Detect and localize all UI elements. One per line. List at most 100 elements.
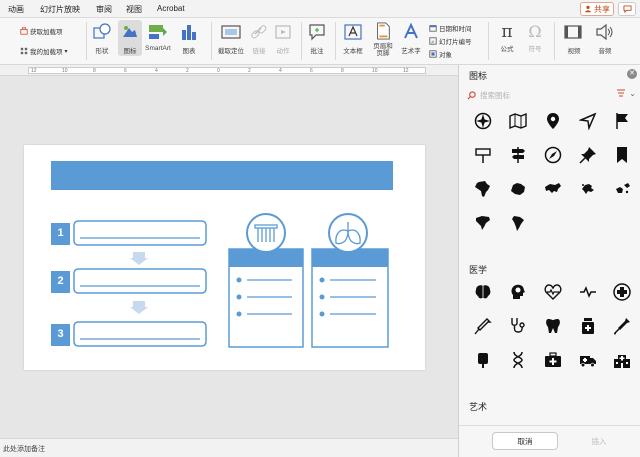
screenshot-button[interactable]: 截取定位 (216, 22, 246, 55)
slide-number-button[interactable]: # 幻灯片编号 (429, 36, 472, 46)
filter-button[interactable]: ⌄ (616, 89, 636, 98)
smartart-button[interactable]: SmartArt (143, 22, 173, 52)
step-number: 2 (57, 275, 64, 287)
cancel-button[interactable]: 取消 (492, 432, 558, 450)
new-comment-icon (309, 24, 325, 41)
map-icon[interactable] (508, 111, 528, 131)
signpost-icon[interactable] (473, 145, 493, 165)
filter-icon (617, 89, 626, 97)
card-right (311, 213, 389, 348)
medical-cross-icon[interactable] (612, 282, 632, 302)
step-number: 3 (57, 328, 64, 340)
compass-icon[interactable] (473, 111, 493, 131)
svg-text:#: # (431, 39, 434, 45)
menu-animation[interactable]: 动画 (8, 4, 24, 15)
ruler-number: 10 (372, 68, 378, 74)
horizontal-ruler: 12 10 8 6 4 2 0 2 4 6 8 10 12 (0, 65, 458, 76)
pushpin-icon[interactable] (578, 145, 598, 165)
compass-circle-icon[interactable] (543, 145, 563, 165)
syringe-icon[interactable] (473, 316, 493, 336)
africa-icon[interactable] (473, 179, 493, 199)
action-button[interactable]: 动作 (272, 22, 294, 55)
equation-button[interactable]: π 公式 (494, 22, 520, 53)
ambulance-icon[interactable] (578, 350, 598, 370)
menu-review[interactable]: 审阅 (96, 4, 112, 15)
divider (488, 22, 489, 60)
search-icon (467, 90, 476, 99)
brain-icon[interactable] (473, 282, 493, 302)
panel-title: 图标 (469, 71, 488, 81)
comment-insert-button[interactable]: 批注 (306, 22, 328, 55)
ruler-number: 8 (93, 68, 96, 74)
audio-button[interactable]: 音频 (592, 22, 618, 55)
notes-bar[interactable]: 此处添加备注 (0, 438, 458, 457)
wordart-button[interactable]: 艺术字 (398, 22, 424, 55)
menu-slideshow[interactable]: 幻灯片放映 (40, 4, 80, 15)
heart-pulse-icon[interactable] (543, 282, 563, 302)
share-label: 共享 (594, 4, 610, 14)
menu-acrobat[interactable]: Acrobat (157, 4, 185, 13)
heartbeat-line-icon[interactable] (578, 282, 598, 302)
insert-button[interactable]: 插入 (571, 432, 627, 450)
south-america-icon[interactable] (508, 213, 528, 233)
video-button[interactable]: 视频 (560, 22, 588, 55)
iv-bag-icon[interactable] (473, 350, 493, 370)
calendar-icon (429, 25, 437, 32)
stethoscope-icon[interactable] (508, 316, 528, 336)
location-pin-icon[interactable] (543, 111, 563, 131)
hospital-icon[interactable] (612, 350, 632, 370)
get-addins-button[interactable]: 获取加载项 (20, 26, 63, 36)
tooth-icon[interactable] (543, 316, 563, 336)
comments-button[interactable] (618, 2, 636, 16)
wordart-icon (404, 22, 418, 39)
icons-label: 图标 (123, 48, 137, 55)
oceania-icon[interactable] (612, 179, 632, 199)
direction-sign-icon[interactable] (508, 145, 528, 165)
symbol-button[interactable]: Ω 符号 (522, 22, 548, 53)
store-icon (20, 27, 28, 35)
medicine-bottle-icon[interactable] (578, 316, 598, 336)
chart-button[interactable]: 图表 (178, 22, 200, 55)
navigation-arrow-icon[interactable] (578, 111, 598, 131)
flag-icon[interactable] (612, 111, 632, 131)
header-footer-icon (377, 22, 390, 40)
equation-label: 公式 (500, 46, 514, 53)
header-footer-button[interactable]: 页眉和 页脚 (370, 22, 396, 57)
my-addins-button[interactable]: 我的加载项 ▾ (20, 46, 68, 56)
arrow-down-icon (130, 301, 148, 314)
datetime-button[interactable]: 日期和时间 (429, 23, 472, 33)
slide[interactable]: 1 2 3 (24, 145, 425, 370)
dna-icon[interactable] (508, 350, 528, 370)
icons-button[interactable]: 图标 (118, 20, 142, 56)
object-button[interactable]: 对象 (429, 49, 452, 59)
section-art-title: 艺术 (469, 402, 488, 412)
step-number: 1 (57, 227, 64, 239)
share-button[interactable]: 共享 (580, 2, 614, 16)
shapes-button[interactable]: 形状 (90, 22, 114, 55)
shapes-icon (93, 23, 111, 39)
antarctica-icon[interactable] (508, 179, 528, 199)
screenshot-icon (221, 25, 241, 39)
chevron-down-icon: ▾ (64, 48, 68, 55)
object-icon (429, 50, 437, 58)
north-america-icon[interactable] (473, 213, 493, 233)
textbox-icon (344, 24, 362, 40)
notes-placeholder: 此处添加备注 (3, 446, 45, 453)
video-label: 视频 (567, 48, 581, 55)
dropper-icon[interactable] (612, 316, 632, 336)
object-label: 对象 (439, 52, 452, 59)
head-brain-icon[interactable] (508, 282, 528, 302)
search-input[interactable]: 搜索图标 (467, 87, 635, 103)
menu-view[interactable]: 视图 (126, 4, 142, 15)
close-icon[interactable]: ✕ (627, 69, 637, 79)
step-row-3 (51, 321, 207, 347)
bookmark-icon[interactable] (612, 145, 632, 165)
first-aid-kit-icon[interactable] (543, 350, 563, 370)
ruler-number: 6 (310, 68, 313, 74)
asia-icon[interactable] (543, 179, 563, 199)
link-button[interactable]: 链接 (248, 22, 270, 55)
ruler-number: 0 (217, 68, 220, 74)
europe-icon[interactable] (578, 179, 598, 199)
link-icon (251, 25, 267, 39)
textbox-button[interactable]: 文本框 (340, 22, 366, 55)
